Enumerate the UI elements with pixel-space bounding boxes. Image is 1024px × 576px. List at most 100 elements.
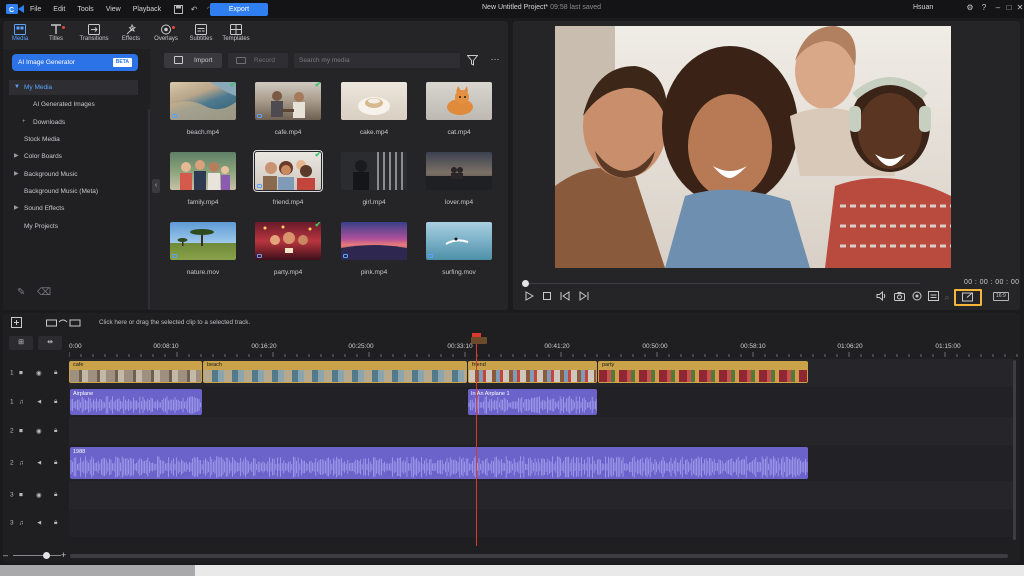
collapse-sidebar-handle[interactable]: ‹ [152, 179, 160, 193]
zoom-out-icon[interactable]: – [3, 550, 8, 560]
zoom-in-icon[interactable]: + [61, 550, 66, 560]
volume-icon[interactable] [875, 290, 887, 303]
timeline-vertical-scrollbar[interactable] [1013, 360, 1016, 540]
track-lane[interactable]: cafe beach friend party [69, 359, 1014, 387]
sidebar-item-ai-generated-images[interactable]: AI Generated Images [9, 97, 138, 112]
track-lane[interactable]: 1988 [69, 445, 1014, 481]
sidebar-item-background-music[interactable]: ▶ Background Music [9, 167, 138, 182]
save-icon[interactable] [173, 4, 183, 14]
media-item-party[interactable]: ✔ party.mp4 [254, 222, 322, 278]
tab-effects[interactable]: Effects [114, 24, 148, 48]
ai-image-generator-button[interactable]: AI Image Generator BETA [12, 54, 138, 71]
preview-scrub-track[interactable] [525, 283, 920, 284]
timeline-clip-party[interactable]: party [598, 361, 808, 383]
insert-tools-icon[interactable] [46, 317, 82, 328]
record-voice-icon[interactable] [911, 291, 923, 303]
menu-file[interactable]: File [30, 6, 41, 13]
zoom-handle[interactable] [43, 552, 50, 559]
lock-icon[interactable]: 🔒︎ [54, 519, 57, 527]
brush-icon[interactable]: ✎ [17, 287, 29, 299]
minimize-icon[interactable]: – [993, 3, 1003, 14]
track-manager-icon[interactable]: ⊞ [9, 336, 33, 350]
media-item-cat[interactable]: cat.mp4 [425, 82, 493, 138]
preview-scrub-handle[interactable] [522, 280, 529, 287]
zoom-icon[interactable]: ⌕ [941, 291, 953, 303]
fit-timeline-icon[interactable]: ⇹ [38, 336, 62, 350]
aspect-ratio-button[interactable]: 16:9 [993, 292, 1009, 301]
sidebar-item-color-boards[interactable]: ▶ Color Boards [9, 149, 138, 164]
mute-speaker-icon[interactable]: ◄ [36, 399, 42, 406]
more-options-icon[interactable]: ··· [489, 53, 501, 68]
track-lane[interactable] [69, 417, 1014, 445]
sidebar-item-background-music-meta[interactable]: Background Music (Meta) [9, 184, 138, 199]
tab-transitions[interactable]: Transitions [77, 24, 111, 48]
sidebar-item-stock-media[interactable]: Stock Media [9, 132, 138, 147]
record-button[interactable]: Record [228, 53, 288, 68]
previous-frame-icon[interactable] [559, 291, 571, 303]
media-item-pink[interactable]: pink.mp4 [340, 222, 408, 278]
next-frame-icon[interactable] [577, 291, 589, 303]
timeline-clip-cafe[interactable]: cafe [69, 361, 202, 383]
play-icon[interactable] [523, 291, 535, 303]
lock-icon[interactable]: 🔒︎ [54, 491, 57, 499]
media-item-surfing[interactable]: surfing.mov [425, 222, 493, 278]
undo-icon[interactable]: ↶ [189, 4, 199, 14]
menu-edit[interactable]: Edit [53, 6, 65, 13]
search-input[interactable] [294, 53, 460, 68]
undock-preview-button[interactable] [954, 289, 982, 306]
sidebar-scrollbar[interactable] [148, 109, 150, 309]
lock-icon[interactable]: 🔒︎ [54, 398, 57, 406]
help-icon[interactable]: ? [979, 3, 989, 14]
timeline-clip-friend[interactable]: friend [468, 361, 597, 383]
media-item-cafe[interactable]: ✔ cafe.mp4 [254, 82, 322, 138]
media-item-friend[interactable]: ✔ friend.mp4 [253, 150, 323, 208]
camera-icon[interactable] [893, 291, 905, 303]
tab-overlays[interactable]: Overlays [149, 24, 183, 48]
lock-icon[interactable]: 🔒︎ [54, 459, 57, 467]
timeline-horizontal-scrollbar[interactable] [70, 554, 1008, 558]
timeline-settings-icon[interactable] [11, 317, 22, 328]
tab-subtitles[interactable]: Subtitles [184, 24, 218, 48]
timeline-clip-airplane[interactable]: Airplane [70, 389, 202, 415]
menu-playback[interactable]: Playback [133, 6, 161, 13]
user-name[interactable]: Hsuan [913, 4, 933, 11]
mute-speaker-icon[interactable]: ◄ [36, 460, 42, 467]
settings-icon[interactable]: ⚙ [965, 3, 975, 14]
filter-icon[interactable] [467, 55, 478, 66]
menu-view[interactable]: View [106, 6, 121, 13]
import-button[interactable]: Import [164, 53, 222, 68]
close-icon[interactable]: ✕ [1015, 3, 1024, 14]
media-item-girl[interactable]: girl.mp4 [340, 152, 408, 208]
tab-titles[interactable]: Titles [39, 24, 73, 48]
subtitle-preview-icon[interactable] [927, 291, 939, 303]
timeline-clip-in-an-airplane[interactable]: In An Airplane 1 [468, 389, 597, 415]
track-lane[interactable]: Airplane In An Airplane 1 [69, 387, 1014, 417]
timeline-playhead[interactable] [476, 333, 477, 546]
sidebar-item-sound-effects[interactable]: ▶ Sound Effects [9, 201, 138, 216]
sidebar-item-my-projects[interactable]: My Projects [9, 219, 138, 234]
sidebar-item-my-media[interactable]: ▼ My Media [9, 80, 138, 95]
maximize-icon[interactable]: □ [1004, 3, 1014, 14]
media-item-lover[interactable]: lover.mp4 [425, 152, 493, 208]
media-item-nature[interactable]: nature.mov [169, 222, 237, 278]
tab-templates[interactable]: Templates [219, 24, 253, 48]
track-lane[interactable] [69, 481, 1014, 509]
timeline-zoom-slider[interactable]: – + [3, 550, 69, 561]
media-item-cake[interactable]: cake.mp4 [340, 82, 408, 138]
timeline-clip-beach[interactable]: beach [203, 361, 467, 383]
tab-media[interactable]: Media [3, 24, 37, 48]
export-button[interactable]: Export [210, 3, 268, 16]
eraser-icon[interactable]: ⌫ [37, 287, 51, 299]
lock-icon[interactable]: 🔒︎ [54, 427, 57, 435]
timeline-clip-1988[interactable]: 1988 [70, 447, 808, 479]
track-lane[interactable] [69, 509, 1014, 537]
mute-speaker-icon[interactable]: ◄ [36, 520, 42, 527]
media-item-family[interactable]: family.mp4 [169, 152, 237, 208]
sidebar-item-downloads[interactable]: + Downloads [9, 115, 138, 130]
visibility-eye-icon[interactable]: ◉ [36, 369, 42, 377]
preview-video-frame[interactable] [555, 26, 951, 268]
stop-icon[interactable] [541, 291, 553, 303]
menu-tools[interactable]: Tools [77, 6, 93, 13]
media-item-beach[interactable]: ✔ beach.mp4 [169, 82, 237, 138]
timeline-ruler[interactable]: 0:00 00:08:10 00:16:20 00:25:00 00:33:10… [69, 335, 1019, 357]
